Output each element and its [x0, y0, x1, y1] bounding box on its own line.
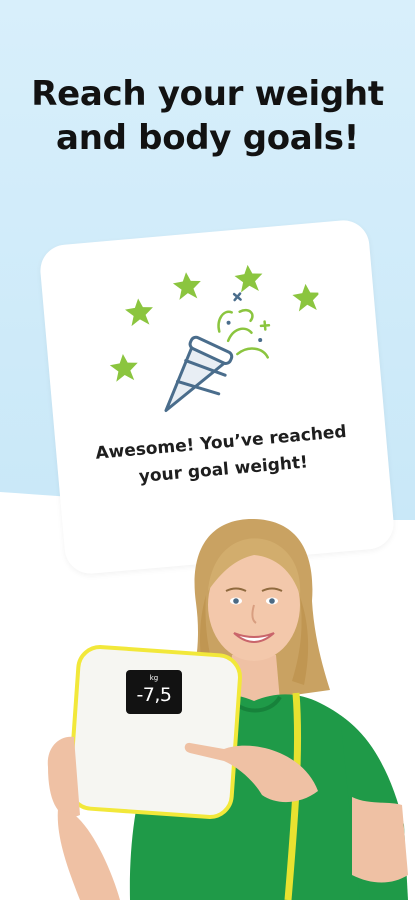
page-title: Reach your weight and body goals! [0, 72, 415, 160]
star-icon [109, 354, 138, 382]
page-title-line-1: Reach your weight [31, 74, 384, 114]
star-icon [172, 272, 201, 300]
scale-display: kg -7,5 [126, 670, 182, 714]
goal-reached-message: Awesome! You’ve reached your goal weight… [56, 415, 389, 498]
page-title-line-2: and body goals! [56, 118, 359, 158]
scale-unit-label: kg [149, 674, 159, 682]
app-screen: Reach your weight and body goals! Awesom… [0, 0, 415, 900]
celebration-illustration [109, 264, 321, 412]
party-popper-icon [164, 292, 271, 412]
star-icon [234, 264, 263, 293]
star-icon [292, 283, 321, 312]
woman-holding-scale-photo [47, 519, 408, 900]
star-icon [125, 298, 153, 327]
scale-weight-value: -7,5 [136, 684, 172, 706]
